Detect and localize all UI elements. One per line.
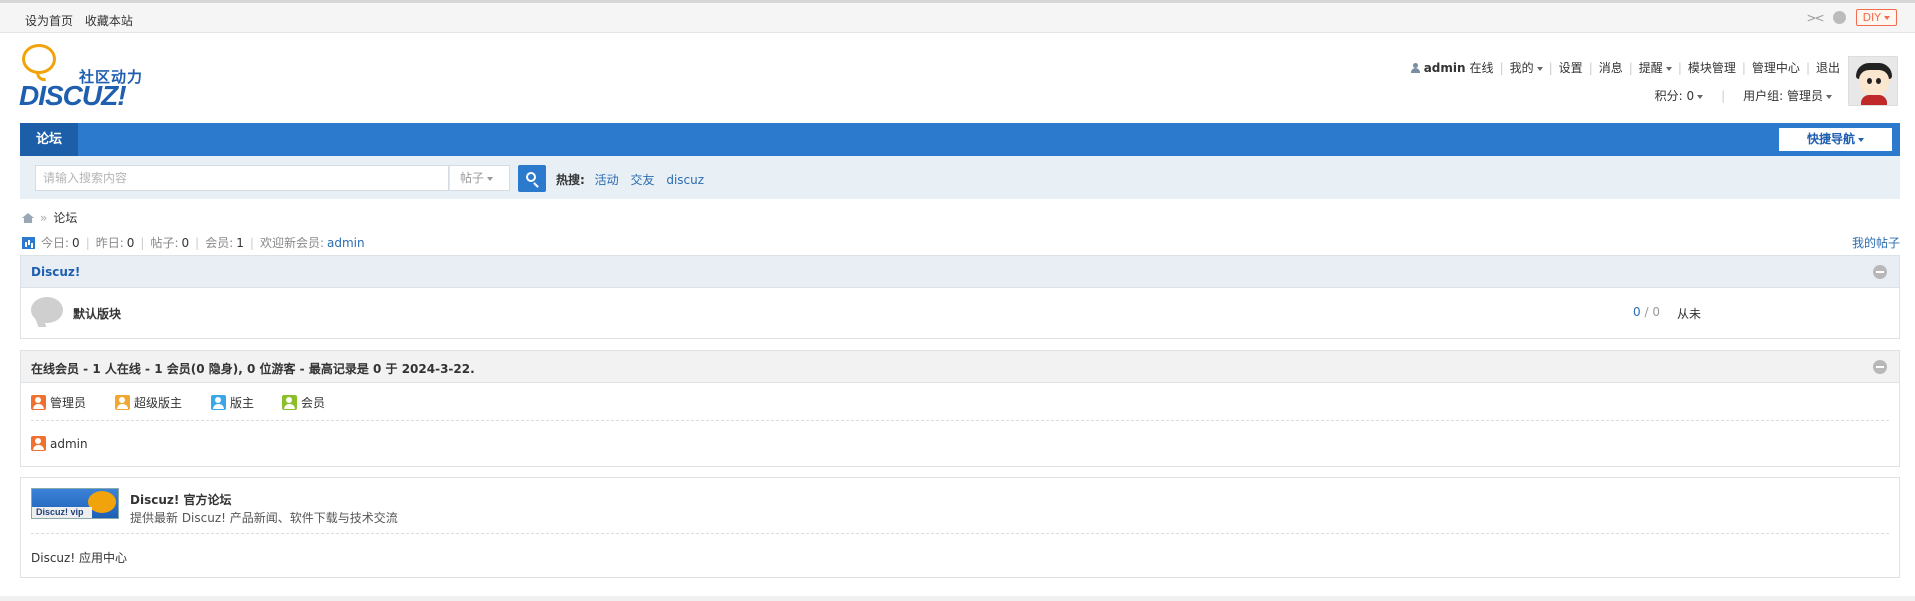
category-title[interactable]: Discuz! (31, 265, 80, 279)
hot-searches: 热搜: 活动 交友 discuz (556, 171, 712, 188)
official-forum-title[interactable]: Discuz! 官方论坛 (130, 491, 232, 508)
toolbar-right: >< DIY (1806, 9, 1897, 26)
chevron-down-icon (1536, 66, 1543, 71)
hot-search-item[interactable]: discuz (666, 173, 704, 187)
search-button[interactable] (518, 165, 546, 192)
official-forum-link: Discuz! vip Discuz! 官方论坛 提供最新 Discuz! 产品… (31, 478, 1889, 534)
my-posts-link[interactable]: 我的帖子 (1852, 234, 1900, 251)
module-manage-link[interactable]: 模块管理 (1688, 59, 1736, 76)
legend-admin: 管理员 (31, 394, 86, 411)
moderator-icon (211, 395, 226, 410)
legend-super-moderator: 超级版主 (115, 394, 182, 411)
diy-button[interactable]: DIY (1855, 9, 1897, 26)
category-panel: Discuz! 默认版块 0 / 0 从未 (20, 255, 1900, 339)
forum-name-link[interactable]: 默认版块 (73, 305, 121, 322)
my-menu[interactable]: 我的 (1510, 59, 1543, 76)
super-moderator-icon (115, 395, 130, 410)
logo-bubble-icon (22, 44, 56, 74)
user-icon (1410, 62, 1420, 73)
member-legend: 管理员 超级版主 版主 会员 (31, 383, 1889, 421)
admin-center-link[interactable]: 管理中心 (1752, 59, 1800, 76)
search-input[interactable]: 请输入搜索内容 (35, 165, 449, 191)
forum-bubble-icon (31, 297, 63, 323)
online-members-panel: 在线会员 - 1 人在线 - 1 会员(0 隐身), 0 位游客 - 最高记录是… (20, 350, 1900, 467)
legend-member: 会员 (282, 394, 325, 411)
bookmark-site-link[interactable]: 收藏本站 (85, 14, 133, 28)
search-bar: 请输入搜索内容 帖子 热搜: 活动 交友 discuz (20, 156, 1900, 199)
main-nav: 论坛 快捷导航 (20, 123, 1900, 156)
set-homepage-link[interactable]: 设为首页 (25, 14, 73, 28)
search-icon (526, 172, 536, 182)
breadcrumb: » 论坛 (22, 209, 77, 226)
collapse-toggle-icon[interactable] (1873, 265, 1887, 279)
diy-label: DIY (1862, 11, 1881, 24)
breadcrumb-separator: » (40, 210, 48, 225)
official-forum-desc: 提供最新 Discuz! 产品新闻、软件下载与技术交流 (130, 511, 398, 525)
chevron-down-icon (1665, 66, 1672, 71)
avatar[interactable] (1848, 56, 1898, 106)
home-icon[interactable] (22, 212, 34, 223)
online-header: 在线会员 - 1 人在线 - 1 会员(0 隐身), 0 位游客 - 最高记录是… (21, 351, 1899, 383)
collapse-toggle-icon[interactable] (1873, 360, 1887, 374)
online-status: 在线 (1469, 61, 1494, 75)
forum-counts: 0 / 0 (1633, 305, 1660, 319)
palette-icon[interactable] (1832, 11, 1846, 24)
discuz-vip-logo[interactable]: Discuz! vip (31, 488, 119, 519)
stat-posts: 0 (181, 235, 190, 250)
breadcrumb-current[interactable]: 论坛 (53, 209, 77, 226)
forum-stats: 今日: 0 | 昨日: 0 | 帖子: 0 | 会员: 1 | 欢迎新会员: admin (22, 234, 365, 251)
online-user[interactable]: admin (31, 436, 88, 451)
member-icon (282, 395, 297, 410)
legend-moderator: 版主 (211, 394, 254, 411)
stat-yesterday: 0 (126, 235, 135, 250)
reminders-menu[interactable]: 提醒 (1639, 59, 1672, 76)
app-center-link[interactable]: Discuz! 应用中心 (31, 549, 127, 566)
nav-tab-forum[interactable]: 论坛 (20, 123, 79, 156)
toolbar-links: 设为首页 收藏本站 (25, 12, 141, 29)
username-link[interactable]: admin (1424, 61, 1466, 75)
online-user-list: admin (31, 421, 1889, 465)
logout-link[interactable]: 退出 (1816, 59, 1840, 76)
hot-label: 热搜: (556, 173, 585, 187)
admin-member-icon (31, 436, 46, 451)
chevron-down-icon (1858, 137, 1864, 142)
friend-links-panel: Discuz! vip Discuz! 官方论坛 提供最新 Discuz! 产品… (20, 477, 1900, 578)
search-type-select[interactable]: 帖子 (449, 165, 510, 191)
page-bottom (0, 596, 1915, 601)
category-header: Discuz! (21, 256, 1899, 288)
forum-row: 默认版块 0 / 0 从未 (21, 288, 1899, 338)
hot-search-item[interactable]: 交友 (630, 173, 654, 187)
chevron-down-icon (487, 176, 494, 181)
stat-members: 1 (236, 235, 244, 250)
app-center-row: Discuz! 应用中心 (31, 534, 1889, 578)
newest-member-link[interactable]: admin (327, 236, 365, 250)
forum-last-post: 从未 (1677, 307, 1702, 321)
admin-member-icon (31, 395, 46, 410)
points-menu[interactable]: 积分: 0 (1655, 87, 1704, 104)
logo-brand: DISCUZ! (19, 80, 127, 111)
stat-today: 0 (72, 235, 80, 250)
settings-link[interactable]: 设置 (1559, 59, 1583, 76)
site-logo[interactable]: 社区动力 DISCUZ! (19, 44, 154, 112)
hot-search-item[interactable]: 活动 (595, 173, 619, 187)
top-toolbar: 设为首页 收藏本站 >< DIY (0, 0, 1915, 33)
collapse-icon[interactable]: >< (1806, 11, 1824, 25)
quick-nav-button[interactable]: 快捷导航 (1779, 128, 1892, 151)
chevron-down-icon (1697, 94, 1704, 99)
usergroup-menu[interactable]: 用户组: 管理员 (1743, 87, 1832, 104)
online-title[interactable]: 在线会员 - 1 人在线 - 1 会员(0 隐身), 0 位游客 - 最高记录是… (31, 360, 475, 377)
chevron-down-icon (1884, 16, 1890, 20)
chevron-down-icon (1826, 94, 1832, 99)
user-menu: admin 在线 | 我的 | 设置 | 消息 | 提醒 | 模块管理 | 管理… (1410, 59, 1840, 76)
messages-link[interactable]: 消息 (1599, 59, 1623, 76)
user-meta: 积分: 0 | 用户组: 管理员 (1655, 87, 1832, 104)
stats-chart-icon (22, 236, 35, 249)
